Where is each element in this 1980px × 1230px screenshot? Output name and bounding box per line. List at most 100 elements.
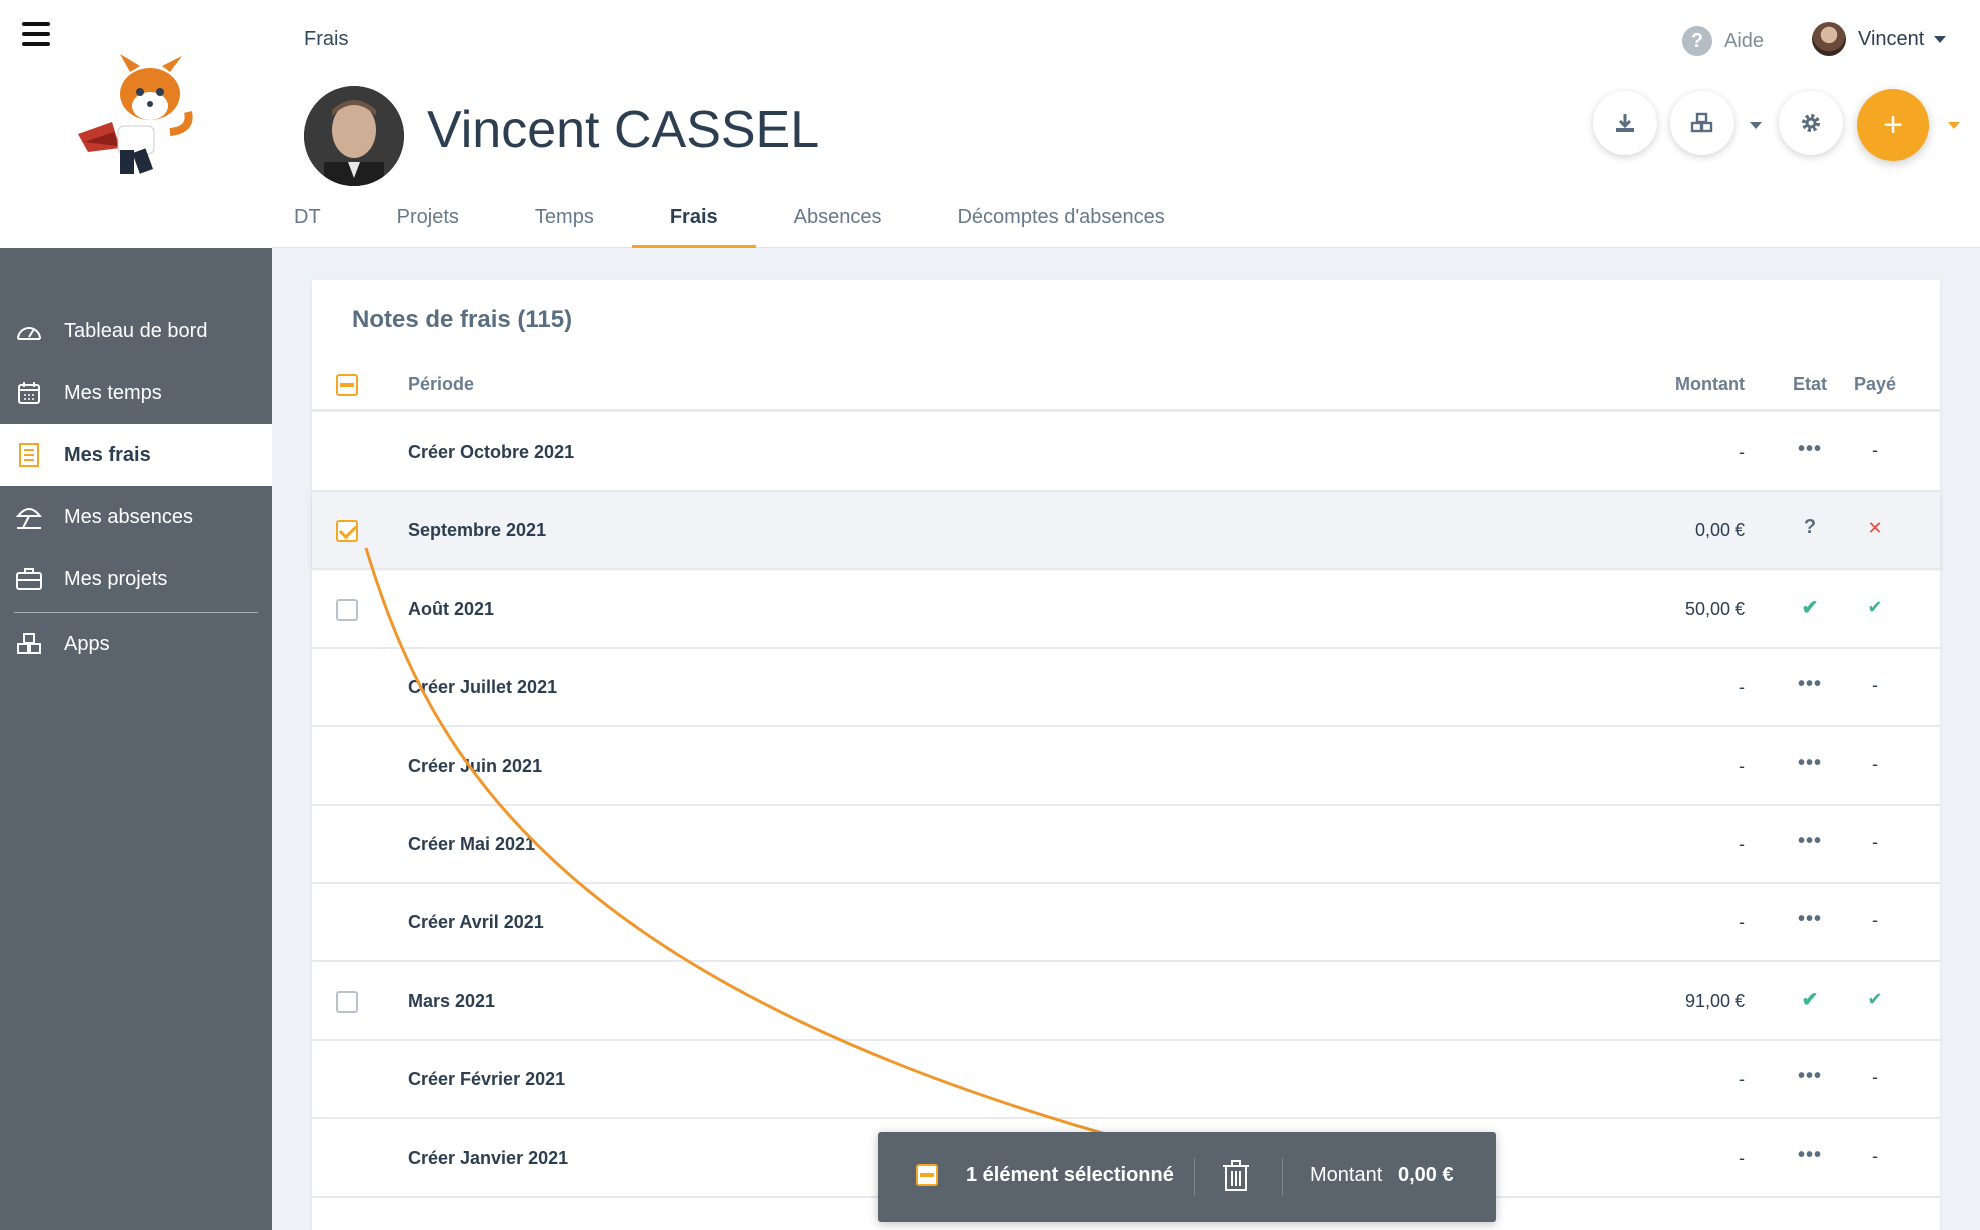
row-amount: 91,00 €	[1684, 990, 1745, 1011]
row-period: Septembre 2021	[408, 520, 547, 541]
table-row[interactable]: Créer Mai 2021 - ••• -	[312, 806, 1940, 884]
briefcase-icon	[14, 564, 44, 594]
user-avatar	[1812, 22, 1846, 56]
row-period[interactable]: Créer Mai 2021	[408, 834, 535, 855]
more-dots-icon: •••	[1797, 908, 1823, 931]
breadcrumb: Frais	[304, 28, 349, 50]
table-row[interactable]: Créer Juillet 2021 - ••• -	[312, 649, 1940, 728]
sidebar: Tableau de bord Mes temps Mes frais Mes …	[0, 0, 272, 1230]
row-amount: 0,00 €	[1694, 520, 1745, 541]
divider	[1282, 1158, 1283, 1196]
selection-count: 1 élément sélectionné	[966, 1164, 1174, 1186]
row-amount: -	[1739, 677, 1745, 698]
apps-button[interactable]	[1670, 91, 1734, 155]
table-row[interactable]: Septembre 2021 0,00 €? ✕	[312, 492, 1940, 571]
more-dots-icon: •••	[1797, 830, 1823, 852]
sidebar-item-tableau-de-bord[interactable]: Tableau de bord	[0, 300, 272, 362]
fox-logo	[78, 54, 193, 174]
close-icon: ✕	[1867, 518, 1883, 539]
receipt-icon	[14, 440, 44, 470]
chevron-down-icon	[1934, 35, 1947, 43]
help-icon: ?	[1682, 26, 1712, 56]
row-period: Août 2021	[408, 598, 495, 619]
row-paid: -	[1872, 675, 1878, 696]
column-header-paid[interactable]: Payé	[1854, 374, 1896, 395]
row-period: Mars 2021	[408, 990, 496, 1011]
row-period[interactable]: Créer Juillet 2021	[408, 677, 557, 698]
tab-temps[interactable]: Temps	[497, 200, 632, 248]
divider	[1194, 1158, 1195, 1196]
row-period[interactable]: Créer Janvier 2021	[408, 1148, 568, 1169]
hamburger-menu-icon[interactable]	[22, 22, 50, 46]
more-dots-icon: •••	[1797, 1143, 1823, 1166]
sidebar-item-mes-frais[interactable]: Mes frais	[0, 424, 272, 486]
sidebar-item-label: Mes absences	[64, 505, 193, 528]
row-period[interactable]: Créer Avril 2021	[408, 912, 544, 933]
more-dots-icon: •••	[1797, 1065, 1823, 1088]
add-button[interactable]: +	[1857, 89, 1929, 161]
selection-bar: 1 élément sélectionné Montant 0,00 €	[878, 1132, 1496, 1222]
column-header-period[interactable]: Période	[408, 374, 474, 395]
selection-bar-checkbox[interactable]	[916, 1164, 938, 1191]
table-row[interactable]: Créer Février 2021 - ••• -	[312, 1041, 1940, 1120]
sidebar-item-mes-projets[interactable]: Mes projets	[0, 548, 272, 610]
tab-dt[interactable]: DT	[256, 200, 359, 248]
row-paid: -	[1872, 1067, 1878, 1088]
tab-frais[interactable]: Frais	[631, 200, 756, 248]
row-amount: -	[1739, 834, 1745, 854]
sidebar-item-mes-temps[interactable]: Mes temps	[0, 362, 272, 424]
more-dots-icon: •••	[1797, 751, 1823, 774]
row-checkbox[interactable]	[336, 520, 358, 547]
sidebar-item-label: Apps	[64, 632, 110, 655]
table-row[interactable]: Créer Avril 2021 - ••• -	[312, 884, 1940, 963]
row-period[interactable]: Créer Juin 2021	[408, 756, 542, 777]
help-label: Aide	[1724, 29, 1765, 52]
sidebar-item-apps[interactable]: Apps	[0, 613, 272, 675]
user-name: Vincent	[1858, 27, 1925, 50]
table-row[interactable]: Mars 2021 91,00 € ✔ ✔	[312, 962, 1940, 1041]
row-amount: -	[1739, 755, 1745, 776]
column-header-state[interactable]: Etat	[1793, 374, 1827, 395]
table-row[interactable]: Créer Octobre 2021 - ••• -	[312, 414, 1940, 492]
row-checkbox[interactable]	[336, 598, 358, 626]
card-title: Notes de frais (115)	[352, 306, 573, 333]
expenses-card: Notes de frais (115) Période Montant Eta…	[312, 280, 1940, 1230]
sidebar-item-label: Tableau de bord	[64, 319, 208, 342]
page-header: Frais ? Aide Vincent Vincent CASSEL + DT…	[272, 0, 1980, 248]
tab-absences[interactable]: Absences	[756, 200, 920, 248]
sidebar-item-label: Mes projets	[64, 567, 168, 590]
row-amount: -	[1739, 912, 1745, 933]
cubes-icon	[1690, 112, 1713, 133]
delete-button[interactable]	[1222, 1160, 1250, 1197]
row-period[interactable]: Créer Octobre 2021	[408, 442, 574, 463]
chevron-down-icon[interactable]	[1948, 122, 1960, 129]
selection-amount-label: Montant	[1310, 1164, 1383, 1186]
row-amount: 50,00 €	[1684, 598, 1745, 619]
download-button[interactable]	[1593, 91, 1657, 155]
sidebar-item-label: Mes frais	[64, 443, 151, 466]
help-link[interactable]: ? Aide	[1682, 26, 1764, 56]
column-header-amount[interactable]: Montant	[1675, 374, 1745, 395]
plus-icon: +	[1883, 105, 1903, 144]
settings-button[interactable]	[1779, 91, 1843, 155]
row-amount: -	[1739, 1147, 1745, 1168]
row-checkbox[interactable]	[336, 990, 358, 1018]
question-mark-icon: ?	[1803, 516, 1817, 539]
chevron-down-icon[interactable]	[1750, 122, 1762, 129]
dashboard-gauge-icon	[14, 316, 44, 346]
tab-decomptes-absences[interactable]: Décomptes d'absences	[919, 200, 1202, 248]
table-header: Période Montant Etat Payé	[312, 362, 1940, 412]
user-menu[interactable]: Vincent	[1812, 22, 1947, 56]
table-row[interactable]: Créer Juin 2021 - ••• -	[312, 727, 1940, 806]
tab-projets[interactable]: Projets	[359, 200, 497, 248]
select-all-checkbox[interactable]	[336, 374, 358, 401]
row-paid: -	[1872, 440, 1878, 460]
download-icon	[1616, 114, 1634, 132]
sidebar-header	[0, 0, 272, 248]
table-row[interactable]: Août 2021 50,00 € ✔ ✔	[312, 570, 1940, 649]
sidebar-item-label: Mes temps	[64, 381, 162, 404]
more-dots-icon: •••	[1797, 438, 1823, 460]
sidebar-item-mes-absences[interactable]: Mes absences	[0, 486, 272, 548]
beach-umbrella-icon	[14, 502, 44, 532]
row-period[interactable]: Créer Février 2021	[408, 1069, 565, 1090]
